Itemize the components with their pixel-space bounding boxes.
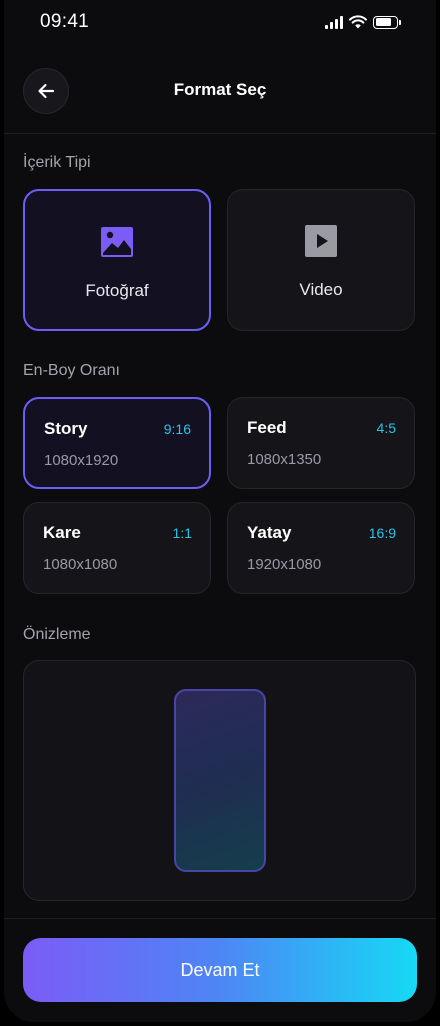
aspect-ratio-label: En-Boy Oranı bbox=[23, 362, 120, 379]
top-bar: Format Seç bbox=[4, 56, 436, 134]
continue-button[interactable]: Devam Et bbox=[23, 938, 417, 1002]
status-bar: 09:41 bbox=[4, 0, 436, 46]
ratio-name: Yatay bbox=[247, 523, 292, 542]
content-type-label: İçerik Tipi bbox=[23, 154, 91, 171]
content-type-photo-label: Fotoğraf bbox=[85, 281, 149, 300]
ratio-name: Story bbox=[44, 419, 88, 438]
status-time: 09:41 bbox=[40, 11, 90, 32]
ratio-option-landscape[interactable]: Yatay 16:9 1920x1080 bbox=[227, 502, 415, 594]
content-type-video[interactable]: Video bbox=[227, 189, 415, 331]
ratio-option-feed[interactable]: Feed 4:5 1080x1350 bbox=[227, 397, 415, 489]
preview-frame bbox=[174, 689, 266, 872]
ratio-option-square[interactable]: Kare 1:1 1080x1080 bbox=[23, 502, 211, 594]
cellular-signal-icon bbox=[325, 15, 343, 29]
ratio-name: Kare bbox=[43, 523, 81, 542]
content-type-photo[interactable]: Fotoğraf bbox=[23, 189, 211, 331]
ratio-size: 1920x1080 bbox=[247, 556, 322, 573]
play-icon bbox=[305, 225, 337, 257]
footer-divider bbox=[4, 918, 436, 919]
ratio-name: Feed bbox=[247, 418, 287, 437]
ratio-value: 16:9 bbox=[368, 525, 396, 541]
app-screen: 09:41 Format Seç İçerik Tipi Fotoğraf Vi… bbox=[4, 0, 436, 1022]
ratio-size: 1080x1080 bbox=[43, 556, 118, 573]
ratio-value: 9:16 bbox=[163, 421, 191, 437]
ratio-size: 1080x1920 bbox=[44, 452, 119, 469]
ratio-value: 1:1 bbox=[172, 525, 192, 541]
content-type-video-label: Video bbox=[299, 280, 343, 299]
ratio-size: 1080x1350 bbox=[247, 451, 322, 468]
status-icons bbox=[325, 14, 401, 30]
ratio-value: 4:5 bbox=[376, 420, 396, 436]
page-title: Format Seç bbox=[173, 80, 267, 99]
image-icon bbox=[101, 227, 133, 257]
wifi-icon bbox=[349, 15, 367, 29]
ratio-option-story[interactable]: Story 9:16 1080x1920 bbox=[23, 397, 211, 489]
preview-panel bbox=[23, 660, 416, 901]
battery-icon bbox=[373, 15, 401, 29]
preview-label: Önizleme bbox=[23, 626, 91, 643]
